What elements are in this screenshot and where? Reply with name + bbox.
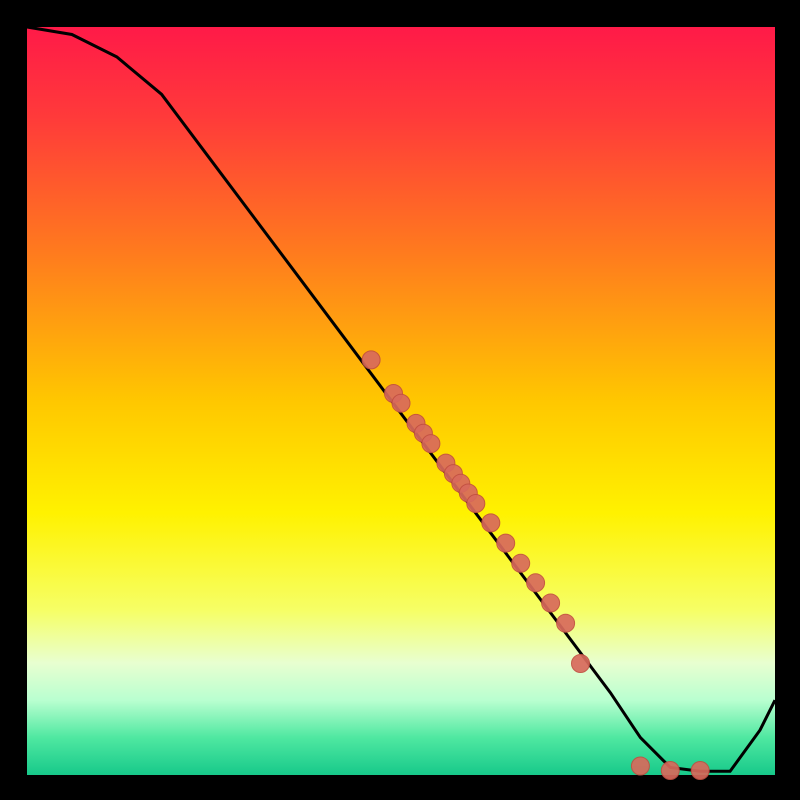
data-point: [422, 435, 440, 453]
data-point: [467, 495, 485, 513]
data-point: [631, 757, 649, 775]
data-point: [542, 594, 560, 612]
data-point: [661, 762, 679, 780]
data-point: [572, 655, 590, 673]
data-point: [512, 554, 530, 572]
bottleneck-chart: [0, 0, 800, 800]
data-point: [557, 614, 575, 632]
data-point: [691, 762, 709, 780]
data-point: [527, 574, 545, 592]
data-point: [482, 514, 500, 532]
data-point: [392, 394, 410, 412]
data-point: [497, 534, 515, 552]
data-point: [362, 351, 380, 369]
chart-container: TheBottlenecker.com: [0, 0, 800, 800]
